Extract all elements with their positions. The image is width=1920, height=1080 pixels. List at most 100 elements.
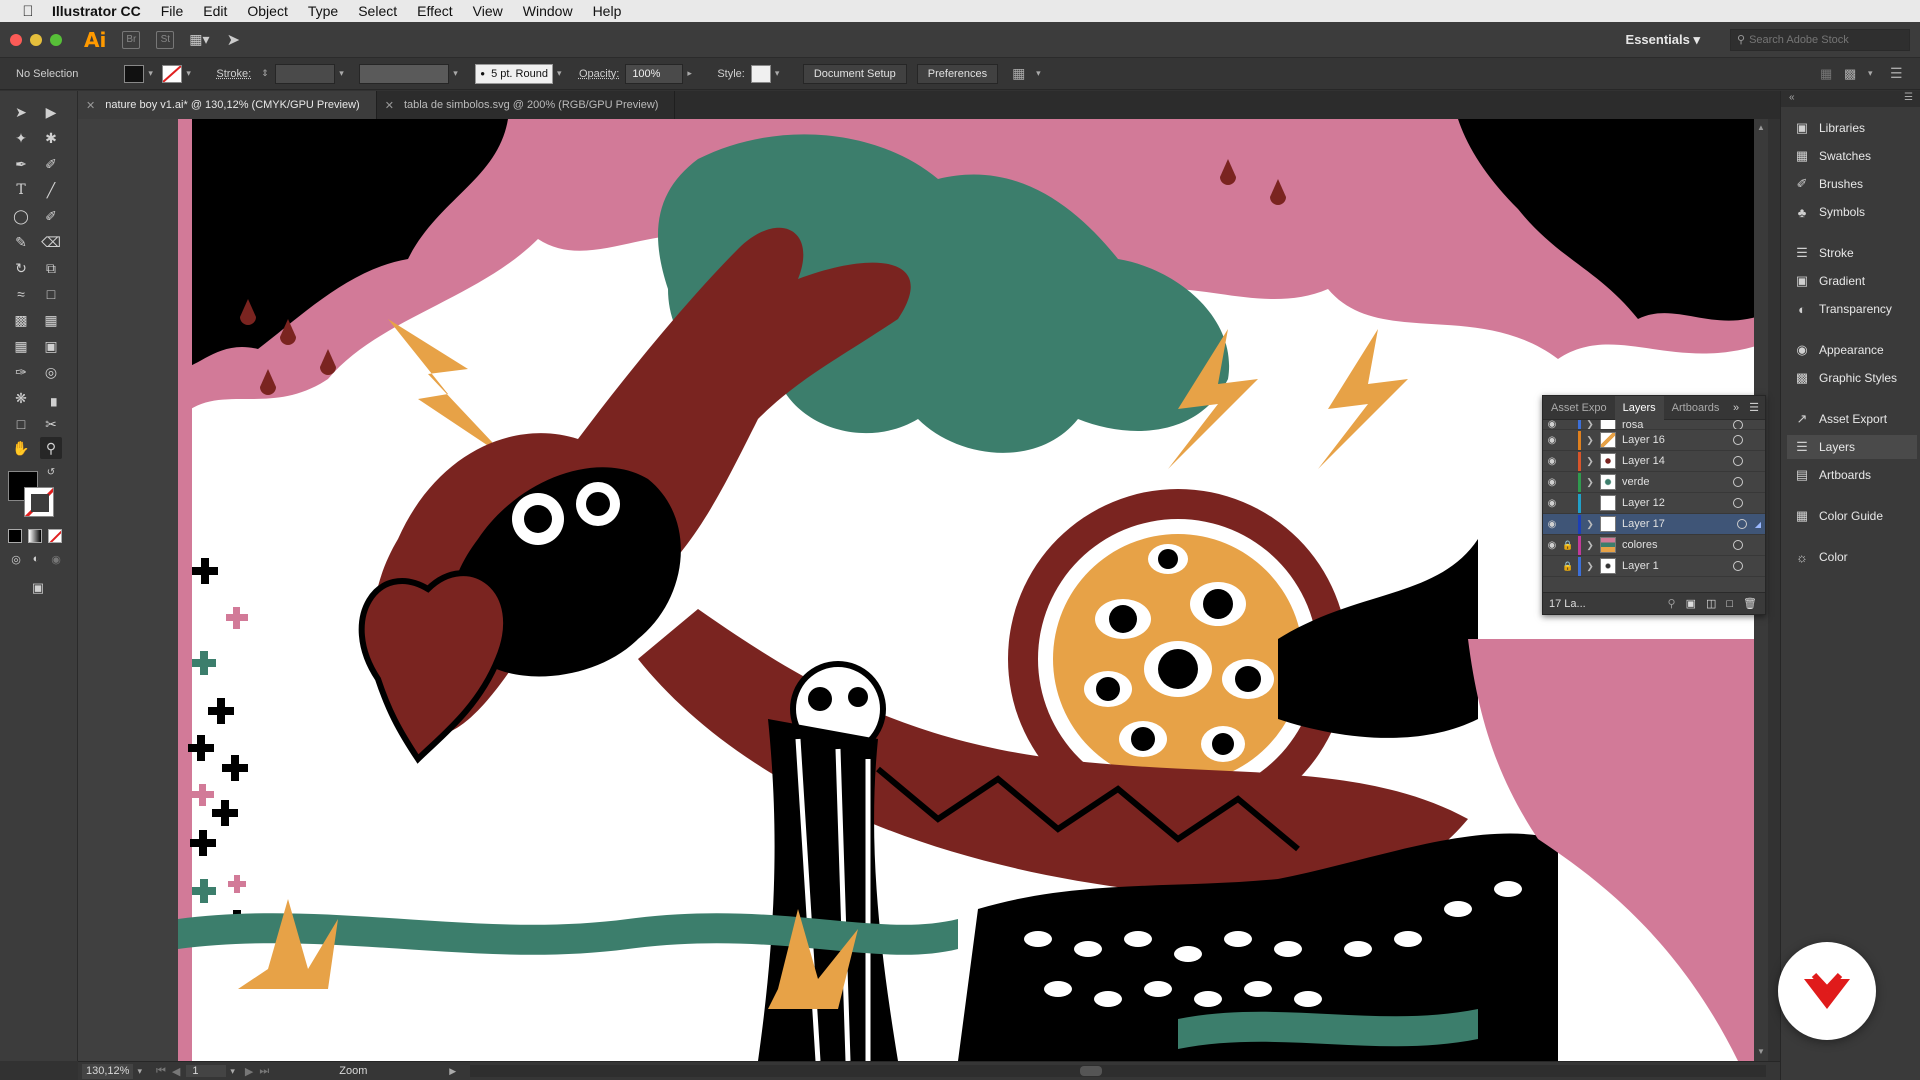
- dock-collapse-icon[interactable]: «: [1789, 92, 1795, 103]
- expand-arrow-icon[interactable]: ❯: [1584, 540, 1596, 551]
- layer-row-layer-17[interactable]: ◉ ❯ Layer 17 ◢: [1543, 514, 1765, 535]
- dock-asset-export[interactable]: ↗ Asset Export: [1793, 407, 1913, 431]
- menu-view[interactable]: View: [473, 3, 503, 19]
- menu-object[interactable]: Object: [247, 3, 287, 19]
- next-artboard-icon[interactable]: ▶: [245, 1065, 253, 1078]
- slice-tool-icon[interactable]: ✂: [40, 413, 62, 435]
- gradient-mode-icon[interactable]: [28, 529, 42, 543]
- layer-row-rosa[interactable]: ◉ ❯ rosa: [1543, 420, 1765, 430]
- screen-mode-icon[interactable]: ▣: [26, 579, 50, 597]
- lasso-tool-icon[interactable]: ✱: [40, 127, 62, 149]
- variable-width-profile[interactable]: [359, 63, 450, 84]
- swap-fill-stroke-icon[interactable]: ↺: [44, 465, 58, 479]
- opacity-label[interactable]: Opacity:: [579, 68, 619, 80]
- visibility-eye-icon[interactable]: ◉: [1543, 498, 1561, 509]
- layer-name[interactable]: Layer 16: [1622, 434, 1733, 446]
- target-circle-icon[interactable]: [1733, 561, 1743, 571]
- status-menu-icon[interactable]: ▶: [449, 1066, 456, 1077]
- stroke-dropdown-icon[interactable]: ▾: [186, 68, 196, 79]
- dock-layers[interactable]: ☰ Layers: [1787, 435, 1917, 459]
- gradient-tool-icon[interactable]: ▣: [40, 335, 62, 357]
- menu-edit[interactable]: Edit: [203, 3, 227, 19]
- panel-menu-icon[interactable]: ☰: [1749, 401, 1759, 414]
- layer-name[interactable]: Layer 14: [1622, 455, 1733, 467]
- target-circle-icon[interactable]: [1733, 540, 1743, 550]
- scroll-down-icon[interactable]: ▼: [1757, 1047, 1765, 1056]
- target-circle-icon[interactable]: [1733, 456, 1743, 466]
- rotate-tool-icon[interactable]: ↻: [10, 257, 32, 279]
- visibility-eye-icon[interactable]: ◉: [1543, 435, 1561, 446]
- draw-inside-icon[interactable]: ◉: [48, 551, 64, 567]
- layer-row-layer-12[interactable]: ◉ ❯ Layer 12: [1543, 493, 1765, 514]
- preferences-button[interactable]: Preferences: [916, 63, 999, 84]
- menu-type[interactable]: Type: [308, 3, 338, 19]
- target-circle-icon[interactable]: [1733, 477, 1743, 487]
- stock-search-box[interactable]: ⚲: [1730, 28, 1910, 51]
- style-dropdown-icon[interactable]: ▾: [775, 68, 785, 79]
- width-tool-icon[interactable]: ≈: [10, 283, 32, 305]
- layer-name[interactable]: colores: [1622, 539, 1733, 551]
- layer-row-colores[interactable]: ◉ 🔒 ❯ colores: [1543, 535, 1765, 556]
- pencil-tool-icon[interactable]: ✎: [10, 231, 32, 253]
- scroll-up-icon[interactable]: ▲: [1757, 123, 1765, 132]
- paintbrush-tool-icon[interactable]: ✐: [40, 205, 62, 227]
- visibility-eye-icon[interactable]: ◉: [1543, 456, 1561, 467]
- target-circle-icon[interactable]: [1736, 519, 1747, 529]
- free-transform-tool-icon[interactable]: □: [40, 283, 62, 305]
- horizontal-scrollbar[interactable]: [470, 1065, 1766, 1077]
- expand-arrow-icon[interactable]: ❯: [1584, 456, 1596, 467]
- first-artboard-icon[interactable]: ⏮: [156, 1065, 166, 1078]
- zoom-dropdown-icon[interactable]: ▾: [137, 1066, 142, 1077]
- target-circle-icon[interactable]: [1733, 420, 1743, 429]
- tab-asset-export[interactable]: Asset Expo: [1543, 396, 1615, 420]
- eraser-tool-icon[interactable]: ⌫: [40, 231, 62, 253]
- brush-definition[interactable]: ● 5 pt. Round: [475, 63, 553, 84]
- expand-arrow-icon[interactable]: ❯: [1584, 519, 1596, 530]
- fill-swatch[interactable]: [124, 64, 145, 83]
- expand-arrow-icon[interactable]: ❯: [1584, 435, 1596, 446]
- dock-appearance[interactable]: ◉ Appearance: [1793, 338, 1913, 362]
- canvas-area[interactable]: ▲ ▼: [78, 119, 1768, 1061]
- menu-select[interactable]: Select: [358, 3, 397, 19]
- tab-artboards[interactable]: Artboards: [1664, 396, 1728, 420]
- dock-color-guide[interactable]: ▦ Color Guide: [1793, 504, 1913, 528]
- stroke-color-box[interactable]: [24, 487, 54, 517]
- expand-arrow-icon[interactable]: ❯: [1584, 561, 1596, 572]
- stock-icon[interactable]: St: [156, 30, 175, 49]
- opacity-arrow-icon[interactable]: ▸: [687, 68, 697, 79]
- mesh-tool-icon[interactable]: ▦: [10, 335, 32, 357]
- layer-name[interactable]: rosa: [1622, 420, 1733, 429]
- visibility-eye-icon[interactable]: ◉: [1543, 519, 1561, 530]
- stroke-weight-dropdown-icon[interactable]: ▾: [339, 68, 349, 79]
- artboard-tool-icon[interactable]: □: [10, 413, 32, 435]
- fill-dropdown-icon[interactable]: ▾: [148, 68, 158, 79]
- artboard[interactable]: [178, 119, 1768, 1061]
- minimize-window-icon[interactable]: [30, 33, 42, 46]
- curvature-tool-icon[interactable]: ✐: [40, 153, 62, 175]
- close-tab-icon[interactable]: ✕: [385, 99, 394, 112]
- gpu-performance-icon[interactable]: ➤: [224, 31, 242, 49]
- zoom-level-field[interactable]: 130,12%: [82, 1063, 134, 1079]
- ellipse-tool-icon[interactable]: ◯: [10, 205, 32, 227]
- transform-dropdown-icon[interactable]: ▾: [1868, 68, 1882, 79]
- dock-swatches[interactable]: ▦ Swatches: [1793, 144, 1913, 168]
- target-circle-icon[interactable]: [1733, 435, 1743, 445]
- artboard-dropdown-icon[interactable]: ▾: [230, 1066, 235, 1077]
- layer-row-verde[interactable]: ◉ ❯ verde: [1543, 472, 1765, 493]
- layer-row-layer-16[interactable]: ◉ ❯ Layer 16: [1543, 430, 1765, 451]
- stroke-weight-stepper[interactable]: ⇕: [261, 68, 271, 79]
- stroke-label[interactable]: Stroke:: [216, 68, 251, 80]
- tab-tabla-de-simbolos[interactable]: ✕ tabla de simbolos.svg @ 200% (RGB/GPU …: [377, 91, 676, 119]
- layer-name[interactable]: Layer 1: [1622, 560, 1733, 572]
- pen-tool-icon[interactable]: ✒: [10, 153, 32, 175]
- dock-stroke[interactable]: ☰ Stroke: [1793, 241, 1913, 265]
- menu-file[interactable]: File: [161, 3, 184, 19]
- apple-icon[interactable]: : [18, 1, 38, 21]
- none-mode-icon[interactable]: [48, 529, 62, 543]
- dock-color[interactable]: ☼ Color: [1793, 545, 1913, 569]
- shape-builder-tool-icon[interactable]: ▩: [10, 309, 32, 331]
- document-setup-button[interactable]: Document Setup: [802, 63, 907, 84]
- eyedropper-tool-icon[interactable]: ✑: [10, 361, 32, 383]
- zoom-tool-icon[interactable]: ⚲: [40, 437, 62, 459]
- stock-search-input[interactable]: [1749, 33, 1900, 46]
